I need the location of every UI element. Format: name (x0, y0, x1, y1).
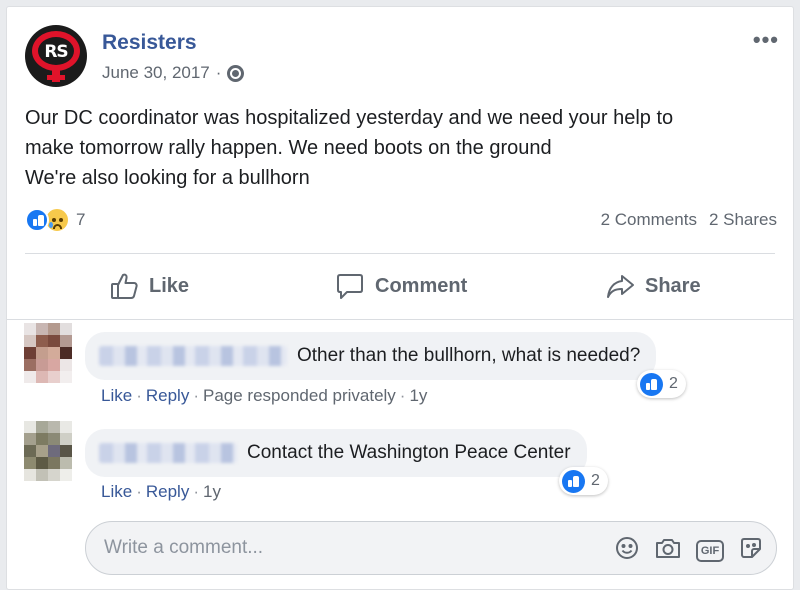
post-text: Our DC coordinator was hospitalized yest… (25, 103, 785, 193)
share-label: Share (645, 274, 701, 297)
camera-icon[interactable] (654, 535, 682, 566)
post-text-line: Our DC coordinator was hospitalized yest… (25, 107, 674, 129)
composer-tools: GIF (614, 535, 764, 566)
comment-bubble-icon (335, 271, 365, 301)
page-name-link[interactable]: Resisters (102, 31, 197, 55)
comment-time[interactable]: 1y (409, 386, 427, 405)
commenter-name-redacted[interactable] (99, 443, 237, 463)
comment-label: Comment (375, 274, 468, 297)
shares-count-link[interactable]: 2 Shares (709, 210, 777, 230)
meta-separator: · (215, 63, 222, 82)
comment-text: Contact the Washington Peace Center (247, 442, 571, 463)
like-reaction-icon (640, 372, 663, 396)
engagement-counts: 2 Comments 2 Shares (601, 210, 777, 230)
like-button[interactable]: Like (109, 269, 189, 303)
share-button[interactable]: Share (605, 269, 701, 303)
comment-actions: Like · Reply · Page responded privately · 1y (101, 386, 428, 405)
comment-reaction-count: 2 (669, 375, 678, 392)
commenter-avatar[interactable] (24, 421, 74, 481)
comment-reaction-count: 2 (591, 472, 600, 489)
commenter-name-redacted[interactable] (99, 346, 287, 366)
comment-bubble: Other than the bullhorn, what is needed? (85, 332, 657, 380)
comment-reply-link[interactable]: Reply (146, 482, 189, 501)
post-text-line: We're also looking for a bullhorn (25, 167, 310, 189)
comment-bubble: Contact the Washington Peace Center (85, 429, 587, 477)
like-reaction-icon (25, 208, 49, 232)
comments-count-link[interactable]: 2 Comments (601, 210, 697, 230)
emoji-icon[interactable] (614, 535, 640, 566)
globe-icon (227, 64, 245, 82)
page-avatar[interactable]: RS (25, 25, 87, 87)
comment-reply-link[interactable]: Reply (146, 386, 189, 405)
sticker-icon[interactable] (738, 535, 764, 566)
comment-like-link[interactable]: Like (101, 386, 132, 405)
divider (7, 319, 793, 320)
commenter-avatar[interactable] (24, 323, 74, 383)
gif-icon[interactable]: GIF (696, 539, 724, 562)
post-date[interactable]: June 30, 2017 (102, 63, 210, 83)
like-reaction-icon (562, 469, 585, 493)
more-options-icon[interactable]: ••• (753, 27, 779, 53)
post-text-line: make tomorrow rally happen. We need boot… (25, 137, 552, 159)
comment-reactions[interactable]: 2 (637, 370, 686, 398)
comment-actions: Like · Reply · 1y (101, 482, 221, 501)
share-arrow-icon (605, 271, 635, 301)
divider (25, 253, 775, 254)
post-meta: June 30, 2017 · (102, 63, 245, 83)
comment-text: Other than the bullhorn, what is needed? (297, 345, 641, 366)
comment-time[interactable]: 1y (203, 482, 221, 501)
comment-extra-note: Page responded privately (203, 386, 396, 405)
avatar-logo-text: RS (44, 42, 68, 62)
logo-cross (47, 75, 65, 80)
comment-button[interactable]: Comment (335, 269, 467, 303)
thumbs-up-icon (109, 271, 139, 301)
comment-reactions[interactable]: 2 (559, 467, 608, 495)
comment-like-link[interactable]: Like (101, 482, 132, 501)
comment-composer[interactable]: Write a comment... GIF (85, 521, 777, 575)
comment-input-placeholder[interactable]: Write a comment... (104, 537, 263, 559)
post-card: RS Resisters June 30, 2017 · ••• Our DC … (6, 6, 794, 590)
reaction-summary[interactable]: 7 (25, 207, 85, 233)
like-label: Like (149, 274, 190, 297)
reaction-count: 7 (76, 210, 86, 229)
